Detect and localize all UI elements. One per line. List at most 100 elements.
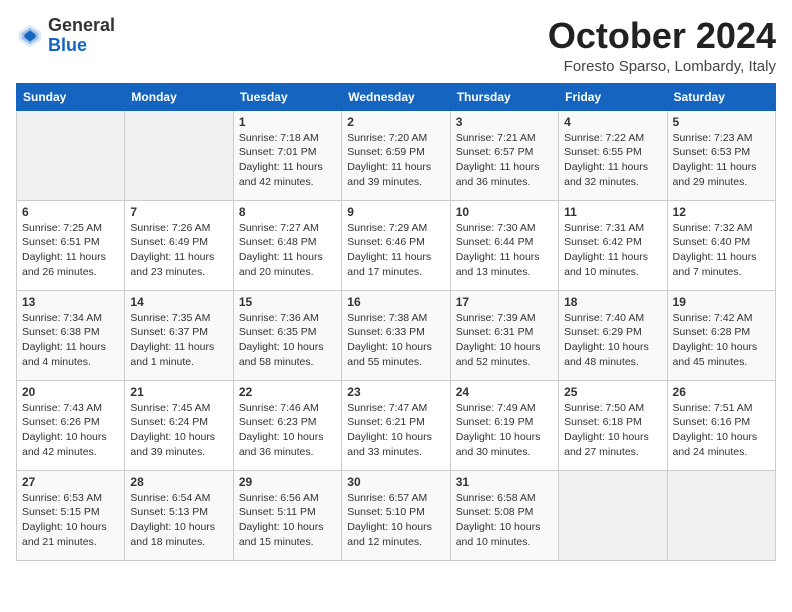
- header-day: Monday: [125, 83, 233, 110]
- calendar-cell: [559, 470, 667, 560]
- day-number: 29: [239, 475, 336, 489]
- day-number: 16: [347, 295, 444, 309]
- day-info: Sunrise: 7:22 AM Sunset: 6:55 PM Dayligh…: [564, 131, 661, 190]
- calendar-cell: 4 Sunrise: 7:22 AM Sunset: 6:55 PM Daylig…: [559, 110, 667, 200]
- day-number: 3: [456, 115, 553, 129]
- day-info: Sunrise: 7:30 AM Sunset: 6:44 PM Dayligh…: [456, 221, 553, 280]
- day-number: 20: [22, 385, 119, 399]
- calendar-cell: 25 Sunrise: 7:50 AM Sunset: 6:18 PM Dayli…: [559, 380, 667, 470]
- calendar-cell: 22 Sunrise: 7:46 AM Sunset: 6:23 PM Dayli…: [233, 380, 341, 470]
- calendar-week: 20 Sunrise: 7:43 AM Sunset: 6:26 PM Dayli…: [17, 380, 776, 470]
- calendar-body: 1Sunrise: 7:18 AM Sunset: 7:01 PM Daylig…: [17, 110, 776, 560]
- logo: General Blue: [16, 16, 115, 56]
- calendar-cell: 15 Sunrise: 7:36 AM Sunset: 6:35 PM Dayli…: [233, 290, 341, 380]
- day-info: Sunrise: 6:54 AM Sunset: 5:13 PM Dayligh…: [130, 491, 227, 550]
- calendar-cell: 17Sunrise: 7:39 AM Sunset: 6:31 PM Dayli…: [450, 290, 558, 380]
- day-number: 14: [130, 295, 227, 309]
- day-info: Sunrise: 7:42 AM Sunset: 6:28 PM Dayligh…: [673, 311, 770, 370]
- day-info: Sunrise: 7:50 AM Sunset: 6:18 PM Dayligh…: [564, 401, 661, 460]
- day-info: Sunrise: 7:35 AM Sunset: 6:37 PM Dayligh…: [130, 311, 227, 370]
- day-number: 2: [347, 115, 444, 129]
- logo-icon: [16, 22, 44, 50]
- calendar-header: SundayMondayTuesdayWednesdayThursdayFrid…: [17, 83, 776, 110]
- day-info: Sunrise: 7:32 AM Sunset: 6:40 PM Dayligh…: [673, 221, 770, 280]
- calendar-week: 1Sunrise: 7:18 AM Sunset: 7:01 PM Daylig…: [17, 110, 776, 200]
- day-number: 10: [456, 205, 553, 219]
- calendar-cell: 6 Sunrise: 7:25 AM Sunset: 6:51 PM Daylig…: [17, 200, 125, 290]
- month-title: October 2024: [548, 16, 776, 56]
- calendar-cell: 1Sunrise: 7:18 AM Sunset: 7:01 PM Daylig…: [233, 110, 341, 200]
- day-number: 15: [239, 295, 336, 309]
- day-number: 11: [564, 205, 661, 219]
- day-info: Sunrise: 7:47 AM Sunset: 6:21 PM Dayligh…: [347, 401, 444, 460]
- day-number: 19: [673, 295, 770, 309]
- calendar-week: 27 Sunrise: 6:53 AM Sunset: 5:15 PM Dayli…: [17, 470, 776, 560]
- day-info: Sunrise: 7:27 AM Sunset: 6:48 PM Dayligh…: [239, 221, 336, 280]
- day-number: 24: [456, 385, 553, 399]
- day-number: 26: [673, 385, 770, 399]
- header-day: Tuesday: [233, 83, 341, 110]
- day-number: 4: [564, 115, 661, 129]
- day-info: Sunrise: 7:39 AM Sunset: 6:31 PM Dayligh…: [456, 311, 553, 370]
- day-info: Sunrise: 7:21 AM Sunset: 6:57 PM Dayligh…: [456, 131, 553, 190]
- day-number: 1: [239, 115, 336, 129]
- day-info: Sunrise: 7:34 AM Sunset: 6:38 PM Dayligh…: [22, 311, 119, 370]
- page-header: General Blue October 2024 Foresto Sparso…: [16, 16, 776, 75]
- day-number: 8: [239, 205, 336, 219]
- logo-general: General: [48, 16, 115, 36]
- calendar-cell: 8 Sunrise: 7:27 AM Sunset: 6:48 PM Daylig…: [233, 200, 341, 290]
- day-number: 21: [130, 385, 227, 399]
- day-number: 5: [673, 115, 770, 129]
- calendar-cell: 14 Sunrise: 7:35 AM Sunset: 6:37 PM Dayli…: [125, 290, 233, 380]
- calendar-week: 13 Sunrise: 7:34 AM Sunset: 6:38 PM Dayli…: [17, 290, 776, 380]
- calendar-cell: 23 Sunrise: 7:47 AM Sunset: 6:21 PM Dayli…: [342, 380, 450, 470]
- day-info: Sunrise: 7:26 AM Sunset: 6:49 PM Dayligh…: [130, 221, 227, 280]
- day-number: 28: [130, 475, 227, 489]
- day-number: 13: [22, 295, 119, 309]
- day-number: 27: [22, 475, 119, 489]
- title-area: October 2024 Foresto Sparso, Lombardy, I…: [548, 16, 776, 75]
- day-number: 9: [347, 205, 444, 219]
- day-info: Sunrise: 6:58 AM Sunset: 5:08 PM Dayligh…: [456, 491, 553, 550]
- day-info: Sunrise: 7:38 AM Sunset: 6:33 PM Dayligh…: [347, 311, 444, 370]
- day-info: Sunrise: 7:31 AM Sunset: 6:42 PM Dayligh…: [564, 221, 661, 280]
- header-day: Friday: [559, 83, 667, 110]
- day-info: Sunrise: 7:46 AM Sunset: 6:23 PM Dayligh…: [239, 401, 336, 460]
- day-info: Sunrise: 7:36 AM Sunset: 6:35 PM Dayligh…: [239, 311, 336, 370]
- calendar-cell: [667, 470, 775, 560]
- day-info: Sunrise: 7:25 AM Sunset: 6:51 PM Dayligh…: [22, 221, 119, 280]
- calendar-cell: 18Sunrise: 7:40 AM Sunset: 6:29 PM Dayli…: [559, 290, 667, 380]
- day-number: 23: [347, 385, 444, 399]
- calendar-table: SundayMondayTuesdayWednesdayThursdayFrid…: [16, 83, 776, 561]
- day-info: Sunrise: 7:40 AM Sunset: 6:29 PM Dayligh…: [564, 311, 661, 370]
- day-info: Sunrise: 7:45 AM Sunset: 6:24 PM Dayligh…: [130, 401, 227, 460]
- day-info: Sunrise: 6:56 AM Sunset: 5:11 PM Dayligh…: [239, 491, 336, 550]
- calendar-cell: 29 Sunrise: 6:56 AM Sunset: 5:11 PM Dayli…: [233, 470, 341, 560]
- day-info: Sunrise: 7:43 AM Sunset: 6:26 PM Dayligh…: [22, 401, 119, 460]
- calendar-cell: 11 Sunrise: 7:31 AM Sunset: 6:42 PM Dayli…: [559, 200, 667, 290]
- day-number: 22: [239, 385, 336, 399]
- location: Foresto Sparso, Lombardy, Italy: [548, 58, 776, 75]
- day-number: 6: [22, 205, 119, 219]
- calendar-cell: 13 Sunrise: 7:34 AM Sunset: 6:38 PM Dayli…: [17, 290, 125, 380]
- day-info: Sunrise: 7:51 AM Sunset: 6:16 PM Dayligh…: [673, 401, 770, 460]
- calendar-cell: 5 Sunrise: 7:23 AM Sunset: 6:53 PM Daylig…: [667, 110, 775, 200]
- header-day: Wednesday: [342, 83, 450, 110]
- calendar-cell: 19 Sunrise: 7:42 AM Sunset: 6:28 PM Dayli…: [667, 290, 775, 380]
- calendar-cell: 28 Sunrise: 6:54 AM Sunset: 5:13 PM Dayli…: [125, 470, 233, 560]
- header-row: SundayMondayTuesdayWednesdayThursdayFrid…: [17, 83, 776, 110]
- calendar-cell: 16 Sunrise: 7:38 AM Sunset: 6:33 PM Dayli…: [342, 290, 450, 380]
- day-number: 25: [564, 385, 661, 399]
- header-day: Saturday: [667, 83, 775, 110]
- calendar-cell: 31Sunrise: 6:58 AM Sunset: 5:08 PM Dayli…: [450, 470, 558, 560]
- logo-blue: Blue: [48, 36, 115, 56]
- day-number: 12: [673, 205, 770, 219]
- day-info: Sunrise: 7:23 AM Sunset: 6:53 PM Dayligh…: [673, 131, 770, 190]
- calendar-cell: [17, 110, 125, 200]
- calendar-cell: 21 Sunrise: 7:45 AM Sunset: 6:24 PM Dayli…: [125, 380, 233, 470]
- calendar-cell: [125, 110, 233, 200]
- day-info: Sunrise: 6:53 AM Sunset: 5:15 PM Dayligh…: [22, 491, 119, 550]
- calendar-cell: 20 Sunrise: 7:43 AM Sunset: 6:26 PM Dayli…: [17, 380, 125, 470]
- calendar-cell: 10 Sunrise: 7:30 AM Sunset: 6:44 PM Dayli…: [450, 200, 558, 290]
- calendar-cell: 3 Sunrise: 7:21 AM Sunset: 6:57 PM Daylig…: [450, 110, 558, 200]
